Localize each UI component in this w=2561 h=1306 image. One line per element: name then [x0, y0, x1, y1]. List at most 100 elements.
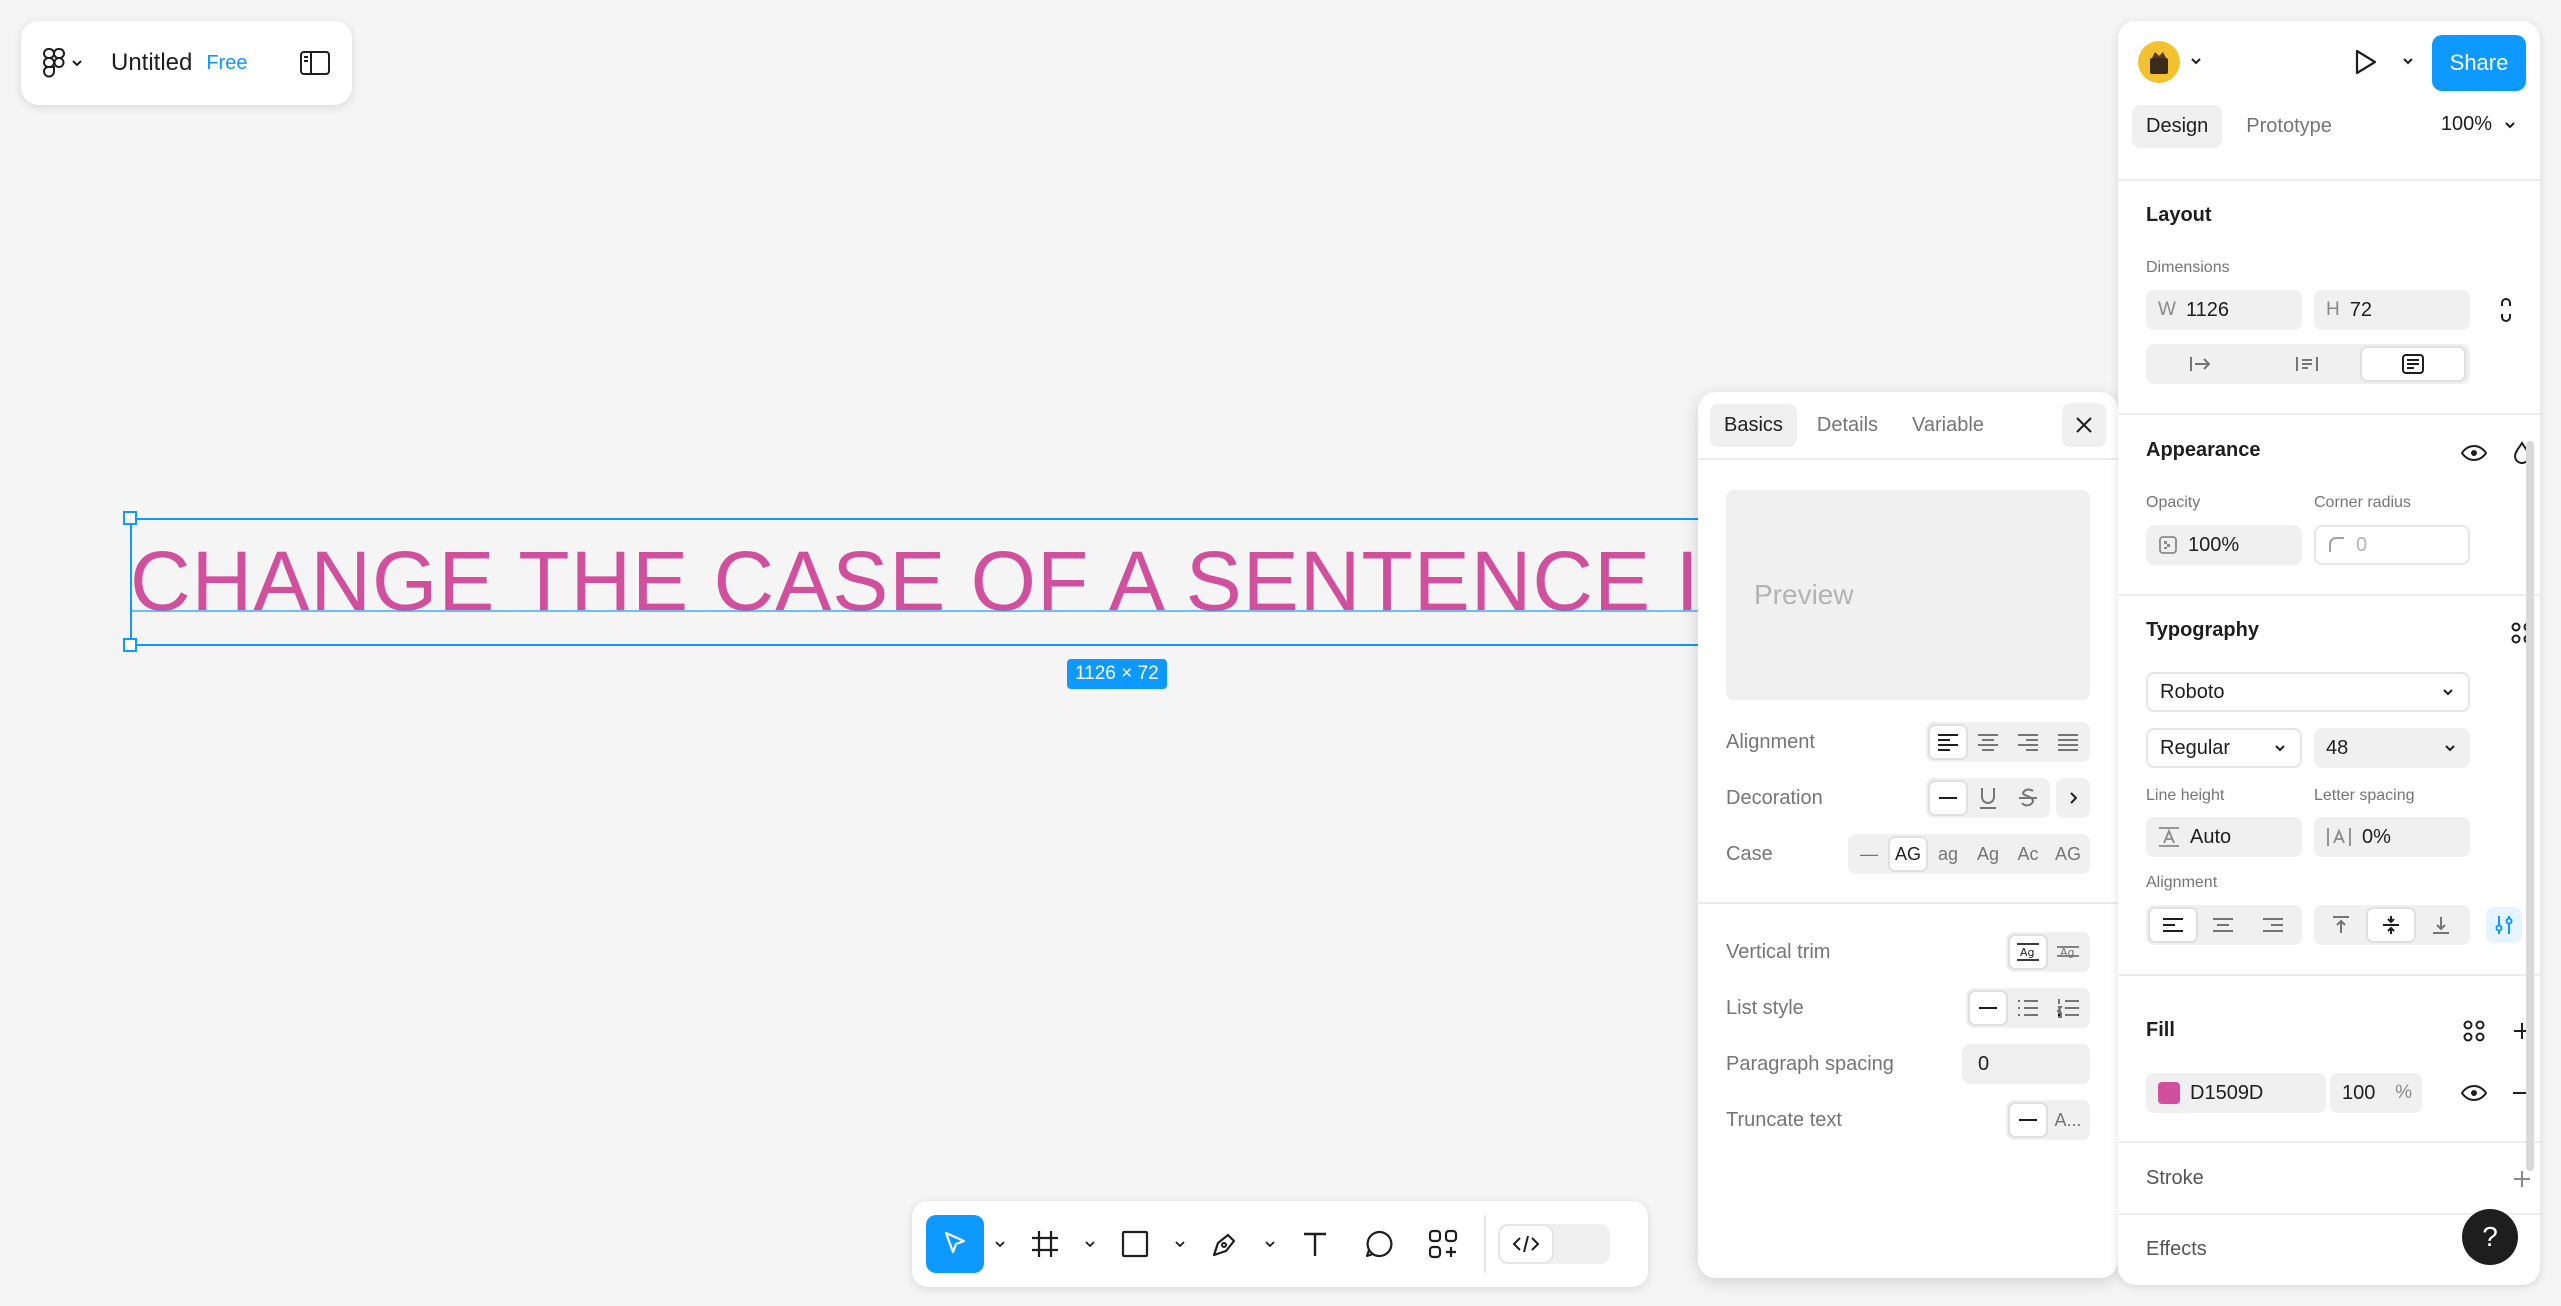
list-none-button[interactable]: [1968, 990, 2008, 1026]
text-align-left-button[interactable]: [2148, 907, 2198, 943]
avatar[interactable]: [2138, 41, 2180, 83]
case-uppercase-button[interactable]: AG: [1888, 836, 1928, 872]
chevron-down-icon[interactable]: [2402, 57, 2414, 65]
case-all-small-caps-button[interactable]: AG: [2048, 836, 2088, 872]
text-styles-button[interactable]: [2504, 615, 2540, 651]
selection-box[interactable]: [130, 518, 1700, 646]
decoration-none-button[interactable]: [1928, 780, 1968, 816]
effects-title: Effects: [2146, 1238, 2207, 1260]
tab-prototype[interactable]: Prototype: [2232, 105, 2346, 148]
align-right-button[interactable]: [2008, 724, 2048, 760]
align-left-icon: [2163, 918, 2183, 932]
letter-spacing-input[interactable]: 0%: [2314, 817, 2470, 857]
corner-radius-input[interactable]: 0: [2314, 525, 2470, 565]
fixed-size-button[interactable]: [2360, 346, 2466, 382]
case-none-button[interactable]: —: [1850, 836, 1888, 872]
blend-mode-button[interactable]: [2504, 435, 2540, 471]
zoom-level: 100%: [2440, 113, 2492, 135]
trim-cap-height-button[interactable]: Ag: [2048, 934, 2088, 970]
share-button[interactable]: Share: [2432, 35, 2526, 91]
alignment-label: Alignment: [1726, 730, 1815, 753]
type-settings-popover: Basics Details Variable Preview Alignmen…: [1698, 392, 2118, 1278]
pen-tool-menu[interactable]: [1260, 1215, 1280, 1273]
text-preview: Preview: [1726, 490, 2090, 700]
main-menu-button[interactable]: [43, 48, 83, 78]
font-family-dropdown[interactable]: Roboto: [2146, 672, 2470, 712]
trim-standard-button[interactable]: Ag: [2008, 934, 2048, 970]
text-tool-button[interactable]: [1286, 1215, 1344, 1273]
shape-tool-menu[interactable]: [1170, 1215, 1190, 1273]
present-button[interactable]: [2350, 47, 2380, 77]
vertical-align-control: [2314, 905, 2470, 945]
fill-styles-button[interactable]: [2456, 1013, 2492, 1049]
zoom-dropdown[interactable]: 100%: [2441, 113, 2516, 136]
fixed-width-button[interactable]: [2148, 346, 2254, 382]
align-left-button[interactable]: [1928, 724, 1968, 760]
frame-tool-button[interactable]: [1016, 1215, 1074, 1273]
fill-color-swatch[interactable]: [2158, 1082, 2180, 1104]
move-tool-menu[interactable]: [990, 1215, 1010, 1273]
fill-color-input[interactable]: D1509D: [2146, 1073, 2326, 1113]
list-bullet-button[interactable]: [2008, 990, 2048, 1026]
sidebar-toggle-button[interactable]: [300, 51, 330, 75]
decoration-underline-button[interactable]: [1968, 780, 2008, 816]
tab-variable[interactable]: Variable: [1898, 404, 1998, 447]
toggle-visibility-button[interactable]: [2456, 435, 2492, 471]
align-middle-button[interactable]: [2366, 907, 2416, 943]
case-small-caps-button[interactable]: Ac: [2008, 836, 2048, 872]
constrain-proportions-button[interactable]: [2488, 292, 2524, 328]
bullet-list-icon: [2018, 1000, 2038, 1016]
decoration-more-button[interactable]: [2056, 778, 2090, 818]
file-title[interactable]: Untitled: [111, 49, 192, 77]
fill-opacity-input[interactable]: 100 %: [2330, 1073, 2422, 1113]
case-titlecase-button[interactable]: Ag: [1968, 836, 2008, 872]
align-center-button[interactable]: [1968, 724, 2008, 760]
width-input[interactable]: W 1126: [2146, 290, 2302, 330]
case-lowercase-button[interactable]: ag: [1928, 836, 1968, 872]
toolbar-divider: [1484, 1215, 1486, 1273]
auto-height-button[interactable]: [2254, 346, 2360, 382]
frame-tool-menu[interactable]: [1080, 1215, 1100, 1273]
type-settings-button[interactable]: [2486, 907, 2522, 943]
paragraph-spacing-input[interactable]: 0: [1962, 1044, 2090, 1084]
align-left-icon: [1938, 734, 1958, 751]
tab-basics[interactable]: Basics: [1710, 403, 1797, 447]
resize-handle-bottom-left[interactable]: [123, 638, 137, 652]
align-top-button[interactable]: [2316, 907, 2366, 943]
tab-design[interactable]: Design: [2132, 105, 2223, 148]
opacity-input[interactable]: 100%: [2146, 525, 2302, 565]
text-align-right-button[interactable]: [2248, 907, 2298, 943]
help-button[interactable]: ?: [2462, 1209, 2518, 1265]
truncate-none-button[interactable]: [2008, 1102, 2048, 1138]
chevron-down-icon[interactable]: [2190, 57, 2202, 65]
shape-tool-button[interactable]: [1106, 1215, 1164, 1273]
close-button[interactable]: [2062, 403, 2106, 447]
add-stroke-button[interactable]: [2504, 1161, 2540, 1197]
font-weight-value: Regular: [2160, 736, 2231, 759]
text-align-center-button[interactable]: [2198, 907, 2248, 943]
panel-scrollbar[interactable]: [2526, 441, 2534, 1171]
font-family-value: Roboto: [2160, 680, 2225, 703]
remove-fill-button[interactable]: [2504, 1075, 2540, 1111]
font-size-input[interactable]: 48: [2314, 728, 2470, 768]
line-height-input[interactable]: Auto: [2146, 817, 2302, 857]
list-numbered-button[interactable]: [2048, 990, 2088, 1026]
fill-visibility-button[interactable]: [2456, 1075, 2492, 1111]
height-input[interactable]: H 72: [2314, 290, 2470, 330]
sidebar-icon: [300, 51, 330, 75]
align-bottom-button[interactable]: [2416, 907, 2466, 943]
add-fill-button[interactable]: [2504, 1013, 2540, 1049]
font-weight-dropdown[interactable]: Regular: [2146, 728, 2302, 768]
truncate-ellipsis-button[interactable]: A...: [2048, 1102, 2088, 1138]
move-tool-button[interactable]: [926, 1215, 984, 1273]
decoration-strikethrough-button[interactable]: [2008, 780, 2048, 816]
tab-details[interactable]: Details: [1803, 404, 1892, 447]
pen-tool-button[interactable]: [1196, 1215, 1254, 1273]
dev-mode-toggle[interactable]: [1498, 1224, 1610, 1264]
resize-handle-top-left[interactable]: [123, 511, 137, 525]
plan-badge[interactable]: Free: [206, 52, 247, 75]
actions-tool-button[interactable]: [1414, 1215, 1472, 1273]
align-justify-button[interactable]: [2048, 724, 2088, 760]
opacity-icon: [2159, 536, 2177, 554]
comment-tool-button[interactable]: [1350, 1215, 1408, 1273]
